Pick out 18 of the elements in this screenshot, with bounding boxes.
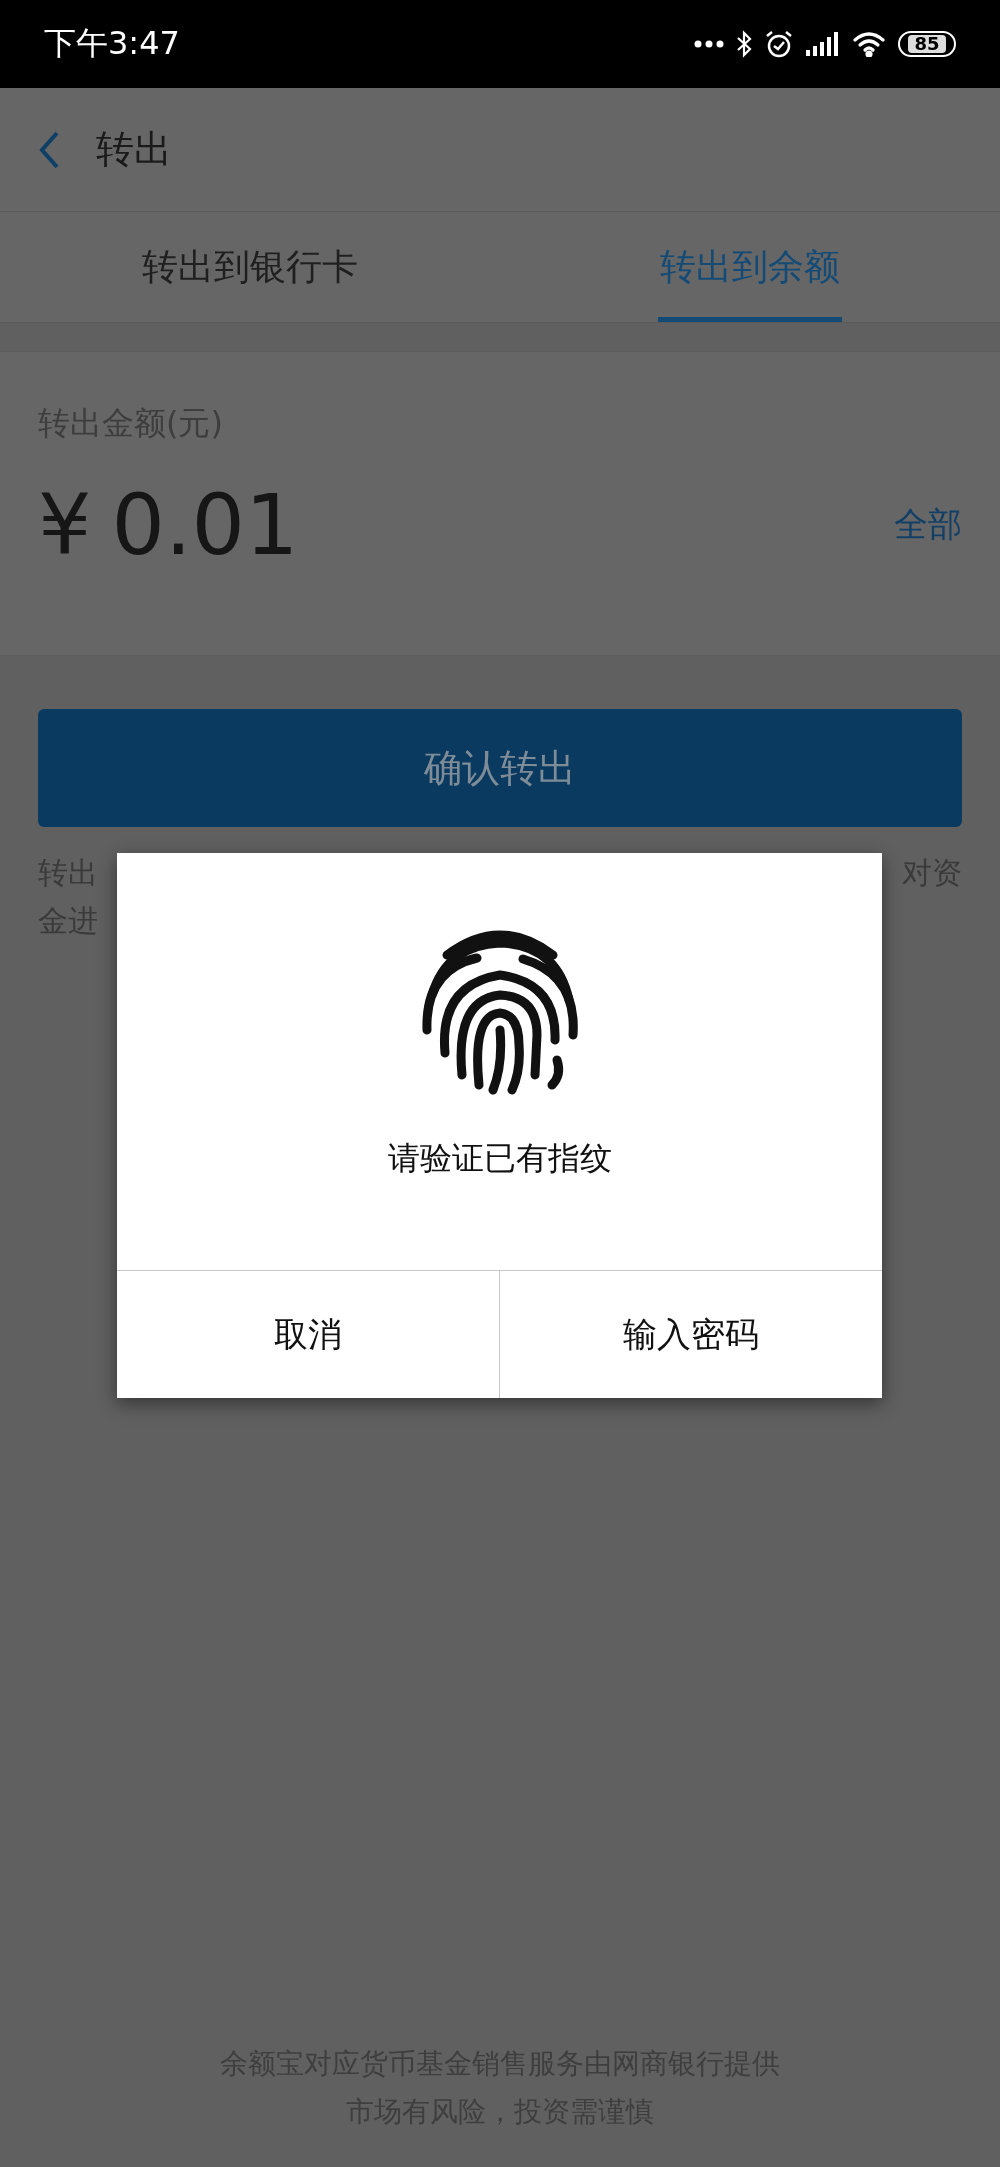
back-button[interactable]: [38, 130, 60, 169]
battery-level: 85: [908, 35, 946, 53]
wifi-icon: [852, 31, 886, 57]
tab[interactable]: 转出到银行卡: [140, 212, 360, 322]
page-title: 转出: [96, 126, 172, 173]
dialog-button[interactable]: 取消: [117, 1271, 499, 1398]
all-amount-link[interactable]: 全部: [894, 502, 962, 548]
alarm-icon: [764, 29, 794, 59]
more-dots-icon: [694, 40, 724, 48]
signal-icon: [806, 32, 840, 56]
currency-symbol: ¥: [38, 476, 92, 574]
status-time: 下午3:47: [44, 23, 180, 64]
confirm-button[interactable]: 确认转出: [38, 709, 962, 827]
bluetooth-icon: [736, 30, 752, 58]
dialog-button[interactable]: 输入密码: [499, 1271, 882, 1398]
dialog-message: 请验证已有指纹: [387, 1138, 612, 1179]
amount-value[interactable]: 0.01: [111, 476, 299, 574]
tab[interactable]: 转出到余额: [658, 212, 842, 322]
